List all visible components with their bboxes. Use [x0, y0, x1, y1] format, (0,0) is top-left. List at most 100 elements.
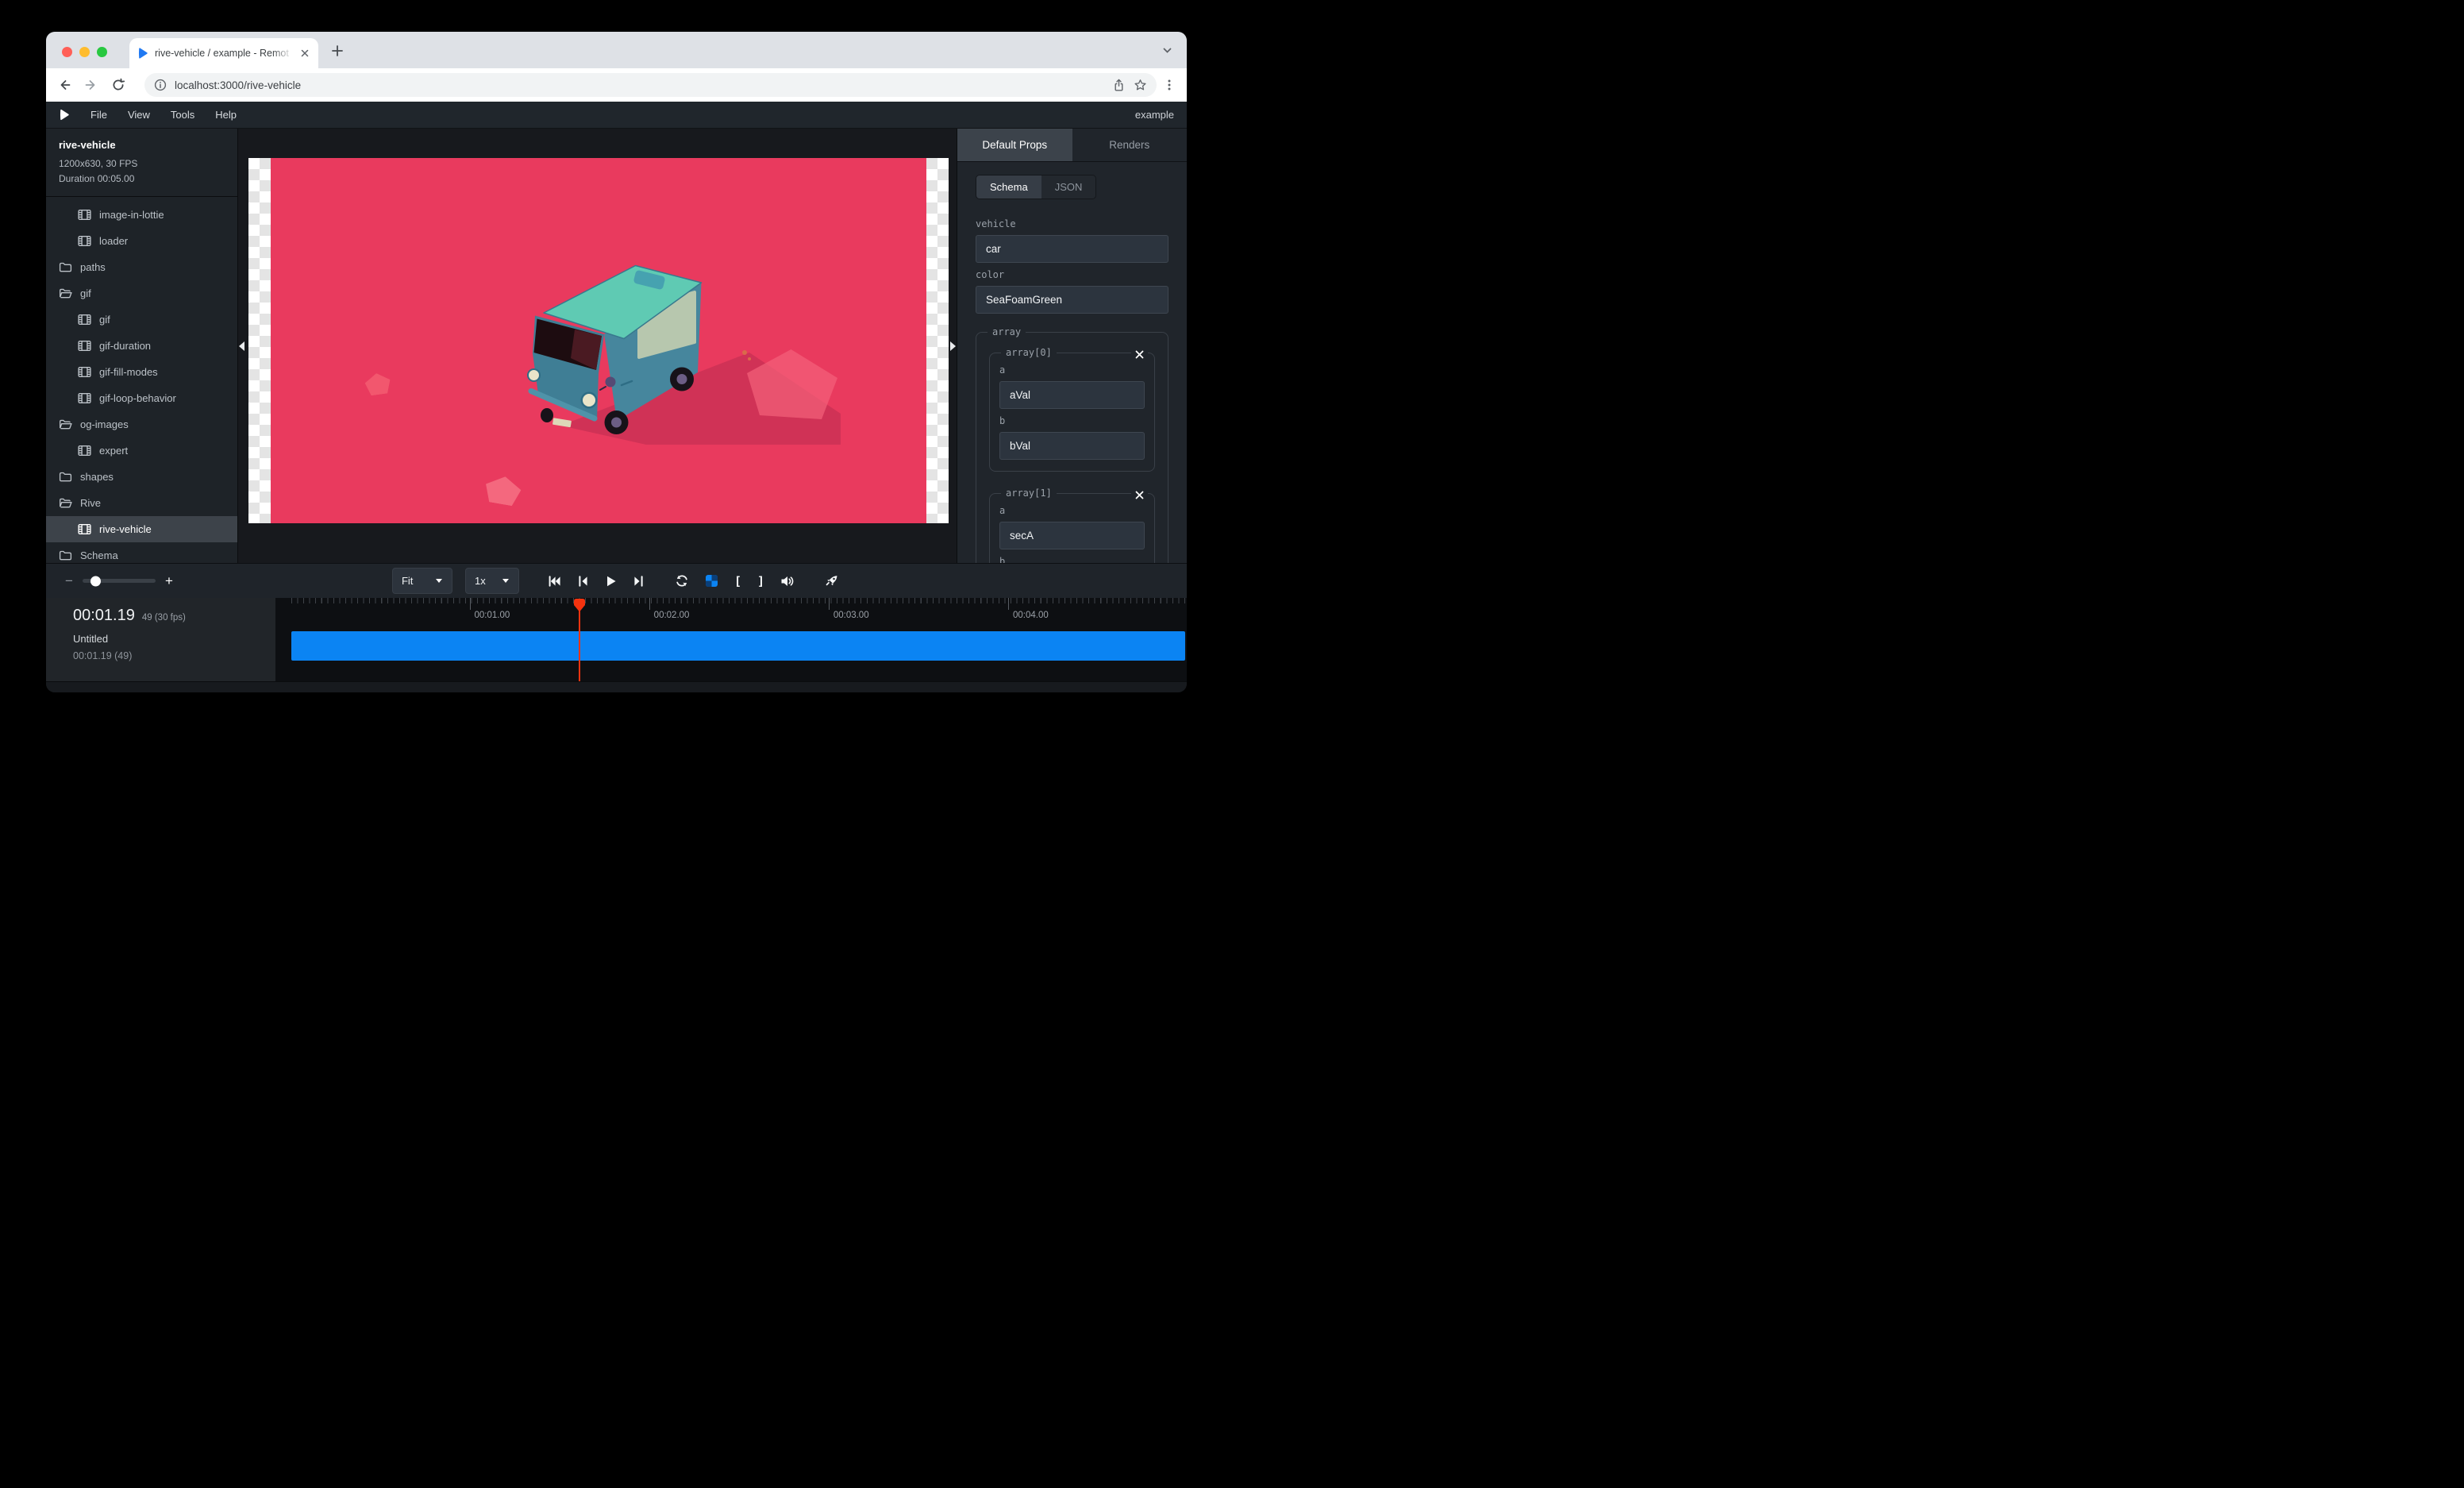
- menu-item[interactable]: File: [90, 109, 107, 121]
- array-group: array array[0] a b: [976, 326, 1168, 563]
- sidebar-item[interactable]: shapes: [46, 464, 237, 490]
- remotion-studio: FileViewToolsHelp example rive-vehicle 1…: [46, 102, 1187, 692]
- sidebar-item-label: rive-vehicle: [99, 523, 152, 535]
- sidebar-item[interactable]: gif-loop-behavior: [46, 385, 237, 411]
- url-text[interactable]: localhost:3000/rive-vehicle: [175, 79, 1104, 91]
- film-icon: [78, 365, 91, 379]
- sidebar-item[interactable]: gif-duration: [46, 333, 237, 359]
- jump-to-start-button[interactable]: [546, 573, 563, 589]
- sidebar-item[interactable]: image-in-lottie: [46, 202, 237, 228]
- film-icon: [78, 391, 91, 405]
- sidebar-item[interactable]: og-images: [46, 411, 237, 438]
- field-label-b: b: [999, 415, 1145, 426]
- playback-rate-value: 1x: [475, 575, 486, 587]
- sidebar-item-label: loader: [99, 235, 128, 247]
- array-item-0: array[0] a b: [989, 347, 1155, 472]
- set-out-point-button[interactable]: ]: [756, 572, 766, 590]
- site-info-icon[interactable]: [154, 79, 167, 91]
- fullscreen-window-button[interactable]: [97, 47, 107, 57]
- film-icon: [78, 313, 91, 326]
- array-group-label: array: [988, 326, 1026, 337]
- tab-renders[interactable]: Renders: [1072, 129, 1188, 161]
- vehicle-field[interactable]: [976, 235, 1168, 263]
- remotion-logo-icon[interactable]: [59, 109, 70, 121]
- array-item-1: array[1] a b: [989, 488, 1155, 563]
- current-frame-info: 49 (30 fps): [142, 613, 186, 623]
- url-bar[interactable]: localhost:3000/rive-vehicle: [144, 73, 1157, 97]
- timeline-ruler[interactable]: 00:01.00 00:02.00 00:03.00 00:04.00: [275, 598, 1187, 631]
- sidebar-item[interactable]: gif: [46, 306, 237, 333]
- array0-b-field[interactable]: [999, 432, 1145, 460]
- sidebar-item[interactable]: Rive: [46, 490, 237, 516]
- toggle-schema[interactable]: Schema: [976, 175, 1041, 199]
- sidebar-item[interactable]: Schema: [46, 542, 237, 563]
- sidebar-item-label: shapes: [80, 471, 114, 483]
- timeline-track-bar[interactable]: [291, 631, 1185, 661]
- playhead[interactable]: [573, 598, 586, 681]
- array1-a-field[interactable]: [999, 522, 1145, 549]
- chevron-right-icon: [949, 341, 957, 352]
- set-in-point-button[interactable]: [: [733, 572, 743, 590]
- new-tab-button[interactable]: [329, 43, 345, 59]
- sidebar-item[interactable]: paths: [46, 254, 237, 280]
- fit-dropdown[interactable]: Fit: [392, 568, 452, 594]
- zoom-slider[interactable]: [83, 579, 156, 583]
- timeline-tracks-area: 00:01.00 00:02.00 00:03.00 00:04.00: [275, 598, 1187, 681]
- menu-item[interactable]: Help: [215, 109, 237, 121]
- volume-button[interactable]: [779, 573, 796, 589]
- browser-menu-icon[interactable]: [1163, 79, 1176, 91]
- next-frame-button[interactable]: [631, 573, 646, 589]
- van-illustration: [515, 254, 841, 445]
- sidebar-item[interactable]: gif: [46, 280, 237, 306]
- zoom-control: − +: [65, 574, 173, 588]
- sidebar-item[interactable]: rive-vehicle: [46, 516, 237, 542]
- toggle-json[interactable]: JSON: [1041, 175, 1096, 199]
- out-bracket-icon: ]: [757, 574, 764, 588]
- sidebar-item-label: expert: [99, 445, 128, 457]
- sidebar-item-label: gif-loop-behavior: [99, 392, 176, 404]
- sidebar-item[interactable]: gif-fill-modes: [46, 359, 237, 385]
- browser-tab[interactable]: rive-vehicle / example - Remot: [129, 38, 318, 68]
- forward-button[interactable]: [84, 78, 98, 92]
- menu-item[interactable]: View: [128, 109, 150, 121]
- reload-button[interactable]: [111, 78, 125, 92]
- close-window-button[interactable]: [62, 47, 72, 57]
- tab-default-props[interactable]: Default Props: [957, 129, 1072, 161]
- collapse-right-panel-handle[interactable]: [945, 339, 957, 353]
- sidebar-item[interactable]: expert: [46, 438, 237, 464]
- field-label-vehicle: vehicle: [976, 218, 1168, 229]
- remove-array-item-button[interactable]: [1131, 491, 1148, 499]
- zoom-slider-thumb[interactable]: [90, 576, 101, 586]
- minimize-window-button[interactable]: [79, 47, 90, 57]
- timeline: 00:01.19 49 (30 fps) Untitled 00:01.19 (…: [46, 598, 1187, 692]
- film-icon: [78, 339, 91, 353]
- props-editor: Schema JSON vehicle color array array[0]: [957, 162, 1187, 563]
- sidebar-item[interactable]: loader: [46, 228, 237, 254]
- field-label-color: color: [976, 269, 1168, 280]
- share-icon[interactable]: [1112, 79, 1126, 92]
- play-button[interactable]: [603, 573, 618, 589]
- remove-array-item-button[interactable]: [1131, 350, 1148, 359]
- current-timecode: 00:01.19: [73, 607, 135, 625]
- zoom-out-button[interactable]: −: [65, 574, 73, 588]
- array0-a-field[interactable]: [999, 381, 1145, 409]
- play-icon: [605, 575, 617, 588]
- back-button[interactable]: [57, 78, 71, 92]
- tab-close-icon[interactable]: [299, 48, 310, 59]
- tab-search-chevron-icon[interactable]: [1161, 44, 1174, 57]
- decor-pentagon: [483, 473, 522, 507]
- collapse-left-panel-handle[interactable]: [238, 339, 249, 353]
- transparency-checkerboard-toggle[interactable]: [703, 572, 720, 589]
- quick-switcher-button[interactable]: [823, 572, 841, 590]
- track-name: Untitled: [73, 633, 275, 645]
- loop-toggle-button[interactable]: [673, 572, 691, 589]
- zoom-in-button[interactable]: +: [165, 574, 173, 588]
- preview-canvas: [238, 129, 957, 563]
- playback-rate-dropdown[interactable]: 1x: [465, 568, 519, 594]
- previous-frame-button[interactable]: [576, 573, 591, 589]
- color-field[interactable]: [976, 286, 1168, 314]
- bookmark-star-icon[interactable]: [1134, 79, 1147, 92]
- menu-item[interactable]: Tools: [171, 109, 194, 121]
- film-icon: [78, 234, 91, 248]
- composition-preview[interactable]: [248, 158, 949, 523]
